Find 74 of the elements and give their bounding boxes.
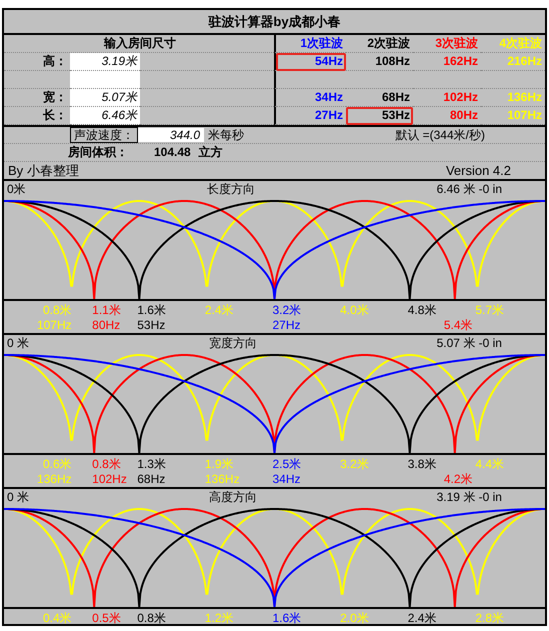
column-header: 2次驻波	[346, 35, 413, 53]
node-label: 2.4米	[204, 303, 234, 318]
node-label: 102Hz	[92, 472, 127, 487]
node-label: 68Hz	[137, 472, 166, 487]
version-text: Version 4.2	[446, 162, 511, 178]
node-label: 53Hz	[137, 318, 166, 333]
node-label: 0.5米	[92, 611, 121, 626]
node-label: 1.6米	[272, 611, 302, 626]
column-header: 3次驻波	[413, 35, 481, 53]
node-label: 107Hz	[36, 318, 72, 333]
table-cell: 80Hz	[413, 107, 481, 125]
node-label: 3.2米	[272, 303, 302, 318]
node-label: 2.5米	[272, 457, 302, 472]
node-label: 0.8米	[137, 611, 166, 626]
node-label: 1.3米	[137, 457, 166, 472]
table-cell: 108Hz	[346, 53, 413, 71]
unit-label: 米每秒	[208, 128, 244, 142]
field-label: 房间体积：	[68, 145, 128, 160]
node-label: 1.9米	[204, 457, 234, 472]
input-field[interactable]: 3.19米	[70, 53, 140, 71]
node-label: 5.4米	[444, 318, 473, 333]
node-label: 136Hz	[204, 472, 240, 487]
axis-end-label: 6.46 米 -0 in	[436, 182, 503, 197]
axis-start-label: 0 米	[7, 490, 30, 505]
node-label: 1.6米	[137, 303, 166, 318]
node-label: 4.0米	[340, 303, 369, 318]
table-cell: 68Hz	[346, 89, 413, 107]
node-label: 80Hz	[92, 318, 120, 333]
volume-value: 104.48	[154, 145, 191, 160]
table-cell: 27Hz	[276, 107, 346, 125]
node-label: 0.8米	[92, 457, 121, 472]
table-cell: 162Hz	[413, 53, 481, 71]
input-field[interactable]: 344.0	[138, 128, 204, 142]
input-field[interactable]: 5.07米	[70, 89, 140, 107]
column-header: 4次驻波	[481, 35, 545, 53]
table-cell: 102Hz	[413, 89, 481, 107]
input-field[interactable]	[70, 71, 140, 89]
table-cell: 136Hz	[481, 89, 545, 107]
node-label: 0.6米	[42, 457, 72, 472]
axis-end-label: 5.07 米 -0 in	[436, 336, 503, 351]
node-label: 2.0米	[340, 611, 369, 626]
node-label: 1.2米	[204, 611, 234, 626]
sheet-title: 驻波计算器by成都小春	[4, 10, 545, 35]
node-label: 3.8米	[408, 457, 436, 472]
panel-title: 宽度方向	[208, 336, 257, 351]
axis-end-label: 3.19 米 -0 in	[436, 490, 503, 505]
node-label: 4.2米	[444, 472, 473, 487]
node-label: 5.7米	[475, 303, 504, 318]
node-label: 136Hz	[36, 472, 72, 487]
node-label: 34Hz	[272, 472, 301, 487]
column-header: 1次驻波	[276, 35, 346, 53]
table-cell: 34Hz	[276, 89, 346, 107]
axis-start-label: 0 米	[7, 336, 30, 351]
table-cell: 53Hz	[346, 107, 413, 125]
table-cell: 216Hz	[481, 53, 545, 71]
node-label: 2.8米	[475, 611, 504, 626]
node-label: 4.8米	[408, 303, 436, 318]
node-label: 27Hz	[272, 318, 301, 333]
node-label: 0.8米	[42, 303, 72, 318]
panel-title: 高度方向	[208, 490, 257, 505]
node-label: 0.4米	[42, 611, 72, 626]
node-label: 1.1米	[92, 303, 121, 318]
credit-text: By 小春整理	[8, 162, 79, 178]
table-cell: 54Hz	[276, 53, 346, 71]
axis-start-label: 0米	[7, 182, 26, 197]
panel-title: 长度方向	[207, 182, 256, 197]
node-label: 3.2米	[340, 457, 369, 472]
node-label: 4.4米	[475, 457, 504, 472]
unit-label: 立方	[198, 145, 223, 160]
field-label: 声波速度：	[70, 126, 138, 144]
node-label: 2.4米	[408, 611, 436, 626]
table-cell: 107Hz	[481, 107, 545, 125]
default-note: 默认 =(344米/秒)	[395, 128, 485, 142]
input-field[interactable]: 6.46米	[70, 107, 140, 125]
